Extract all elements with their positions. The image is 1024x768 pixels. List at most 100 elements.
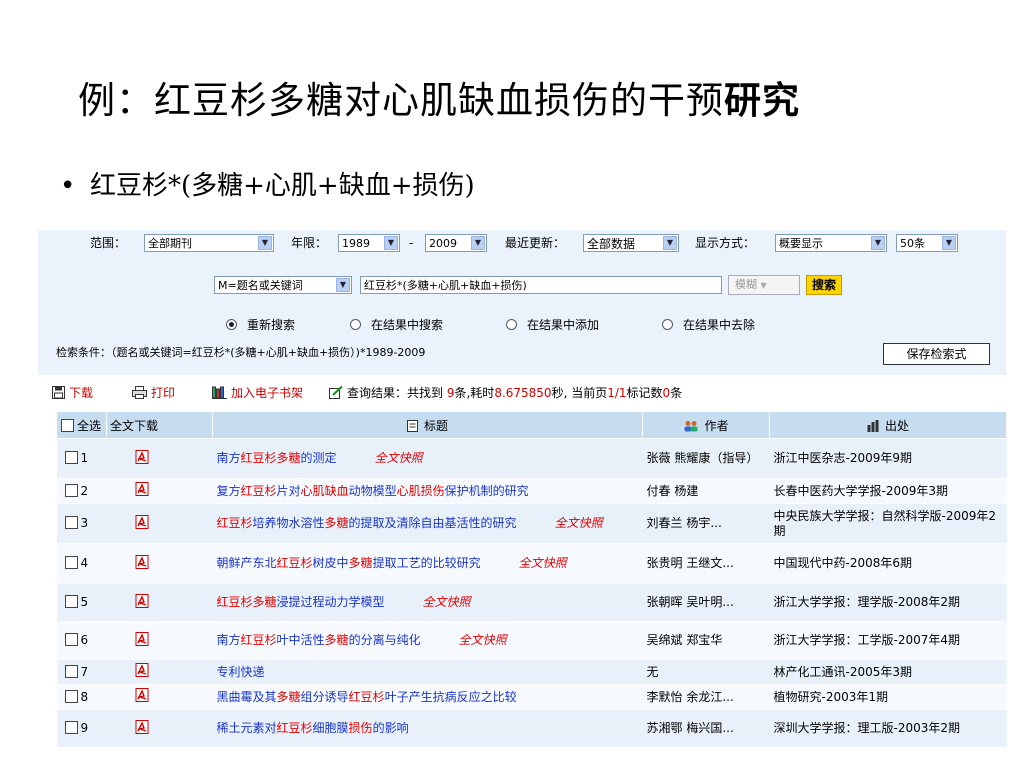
row-select-cell[interactable]: 6 — [56, 621, 107, 660]
keyword-highlight: 多糖 — [252, 595, 277, 609]
row-select-cell[interactable]: 7 — [56, 659, 107, 685]
match-select[interactable]: 模糊 ▼ — [728, 275, 800, 295]
year-to-select[interactable]: 2009 ▼ — [425, 234, 487, 252]
source-cell[interactable]: 林产化工通讯-2005年3期 — [769, 659, 1007, 685]
pdf-icon[interactable] — [135, 719, 149, 734]
keyword-highlight: 红豆杉 — [216, 595, 253, 609]
count-select[interactable]: 50条 ▼ — [896, 234, 958, 252]
source-cell[interactable]: 植物研究-2003年1期 — [769, 684, 1007, 710]
title-header[interactable]: 标题 — [212, 411, 643, 439]
radio-remove-from-results[interactable]: 在结果中去除 — [662, 317, 755, 333]
full-text-snapshot-link[interactable]: 全文快照 — [459, 633, 507, 647]
pdf-icon[interactable] — [135, 688, 149, 702]
keyword-highlight: 多糖 — [348, 556, 373, 570]
full-text-snapshot-link[interactable]: 全文快照 — [555, 516, 603, 530]
author-cell[interactable]: 吴绵斌 郑宝华 — [642, 621, 770, 660]
author-cell[interactable]: 无 — [642, 659, 770, 685]
source-cell[interactable]: 中国现代中药-2008年6期 — [769, 543, 1007, 584]
row-select-cell[interactable]: 1 — [56, 438, 107, 479]
pdf-download-cell[interactable] — [106, 583, 213, 622]
pdf-download-cell[interactable] — [106, 709, 213, 748]
pdf-icon[interactable] — [135, 482, 149, 496]
pdf-download-cell[interactable] — [106, 543, 213, 584]
pdf-download-cell[interactable] — [106, 503, 213, 544]
pdf-download-cell[interactable] — [106, 684, 213, 710]
source-cell[interactable]: 长春中医药大学学报-2009年3期 — [769, 478, 1007, 504]
pdf-icon[interactable] — [135, 593, 149, 608]
row-select-cell[interactable]: 2 — [56, 478, 107, 504]
pdf-icon[interactable] — [135, 514, 149, 529]
author-cell[interactable]: 付春 杨建 — [642, 478, 770, 504]
search-button[interactable]: 搜索 — [806, 275, 842, 295]
source-cell[interactable]: 浙江大学学报：理学版-2008年2期 — [769, 583, 1007, 622]
save-query-button[interactable]: 保存检索式 — [883, 343, 990, 365]
pdf-icon[interactable] — [135, 449, 149, 464]
title-link[interactable]: 专利快递 — [212, 659, 643, 685]
keyword-highlight: 心肌 — [396, 483, 421, 498]
title-link[interactable]: 复方红豆杉片对心肌缺血动物模型心肌损伤保护机制的研究 — [212, 478, 643, 504]
title-link[interactable]: 黑曲霉及其多糖组分诱导红豆杉叶子产生抗病反应之比较 — [212, 684, 643, 710]
row-select-cell[interactable]: 4 — [56, 543, 107, 584]
keyword-highlight: 红豆杉 — [276, 556, 313, 570]
year-from-select[interactable]: 1989 ▼ — [338, 234, 400, 252]
floppy-icon — [52, 386, 65, 399]
table-row[interactable]: 2 复方红豆杉片对心肌缺血动物模型心肌损伤保护机制的研究 付春 杨建 长春中医药大学学… — [56, 478, 1007, 504]
pdf-icon[interactable] — [135, 631, 149, 646]
add-bookshelf-button[interactable]: 加入电子书架 — [212, 384, 303, 401]
pdf-icon[interactable] — [135, 554, 149, 569]
records-unit: 条 — [670, 386, 683, 400]
title-link[interactable]: 南方红豆杉叶中活性多糖的分离与纯化 全文快照 — [212, 621, 643, 660]
table-row[interactable]: 1 南方红豆杉多糖的测定 全文快照 张薇 熊耀康（指导） 浙江中医杂志-2009年9期 — [56, 438, 1007, 479]
row-select-cell[interactable]: 3 — [56, 503, 107, 544]
print-button[interactable]: 打印 — [132, 384, 175, 401]
title-link[interactable]: 稀土元素对红豆杉细胞膜损伤的影响 — [212, 709, 643, 748]
display-select[interactable]: 概要显示 ▼ — [775, 234, 887, 252]
table-row[interactable]: 3 红豆杉培养物水溶性多糖的提取及清除自由基活性的研究 全文快照 刘春兰 杨宇... 中… — [56, 503, 1007, 544]
source-cell[interactable]: 浙江中医杂志-2009年9期 — [769, 438, 1007, 479]
table-row[interactable]: 9 稀土元素对红豆杉细胞膜损伤的影响 苏湘鄂 梅兴国... 深圳大学学报：理工版-20… — [56, 709, 1007, 748]
count-select-value: 50条 — [900, 237, 925, 250]
radio-add-to-results[interactable]: 在结果中添加 — [506, 317, 599, 333]
source-cell[interactable]: 深圳大学学报：理工版-2003年2期 — [769, 709, 1007, 748]
title-link[interactable]: 南方红豆杉多糖的测定 全文快照 — [212, 438, 643, 479]
row-select-cell[interactable]: 9 — [56, 709, 107, 748]
title-link[interactable]: 朝鲜产东北红豆杉树皮中多糖提取工艺的比较研究 全文快照 — [212, 543, 643, 584]
pdf-download-cell[interactable] — [106, 438, 213, 479]
table-row[interactable]: 7 专利快递 无林产化工通讯-2005年3期 — [56, 659, 1007, 685]
match-select-value: 模糊 — [735, 278, 757, 291]
full-text-snapshot-link[interactable]: 全文快照 — [519, 556, 567, 570]
update-select[interactable]: 全部数据 ▼ — [583, 234, 679, 252]
table-row[interactable]: 6 南方红豆杉叶中活性多糖的分离与纯化 全文快照 吴绵斌 郑宝华 浙江大学学报：工学版-… — [56, 621, 1007, 660]
author-cell[interactable]: 张贵明 王继文... — [642, 543, 770, 584]
row-select-cell[interactable]: 5 — [56, 583, 107, 622]
author-cell[interactable]: 刘春兰 杨宇... — [642, 503, 770, 544]
pdf-download-cell[interactable] — [106, 478, 213, 504]
author-header[interactable]: 作者 — [642, 411, 770, 439]
radio-search-in-results[interactable]: 在结果中搜索 — [350, 317, 443, 333]
pdf-icon[interactable] — [135, 663, 149, 677]
source-cell[interactable]: 浙江大学学报：工学版-2007年4期 — [769, 621, 1007, 660]
full-text-snapshot-link[interactable]: 全文快照 — [375, 451, 423, 465]
author-cell[interactable]: 张朝晖 吴叶明... — [642, 583, 770, 622]
scope-select[interactable]: 全部期刊 ▼ — [144, 234, 274, 252]
select-all-header[interactable]: 全选 — [56, 411, 107, 439]
table-row[interactable]: 4 朝鲜产东北红豆杉树皮中多糖提取工艺的比较研究 全文快照 张贵明 王继文... 中国现… — [56, 543, 1007, 584]
radio-new-search[interactable]: 重新搜索 — [226, 317, 295, 333]
author-cell[interactable]: 张薇 熊耀康（指导） — [642, 438, 770, 479]
field-select[interactable]: M=题名或关键词 ▼ — [214, 276, 352, 294]
table-row[interactable]: 5 红豆杉多糖浸提过程动力学模型 全文快照 张朝晖 吴叶明... 浙江大学学报：理学版-… — [56, 583, 1007, 622]
source-cell[interactable]: 中央民族大学学报：自然科学版-2009年2期 — [769, 503, 1007, 544]
download-button[interactable]: 下载 — [52, 384, 93, 401]
query-input[interactable]: 红豆杉*(多糖+心肌+缺血+损伤) — [360, 276, 722, 294]
author-cell[interactable]: 李默怡 余龙江... — [642, 684, 770, 710]
pdf-download-cell[interactable] — [106, 621, 213, 660]
row-select-cell[interactable]: 8 — [56, 684, 107, 710]
pdf-download-cell[interactable] — [106, 659, 213, 685]
author-cell[interactable]: 苏湘鄂 梅兴国... — [642, 709, 770, 748]
full-text-snapshot-link[interactable]: 全文快照 — [423, 595, 471, 609]
checkbox-icon — [61, 418, 74, 432]
source-header[interactable]: 出处 — [769, 411, 1007, 439]
title-link[interactable]: 红豆杉培养物水溶性多糖的提取及清除自由基活性的研究 全文快照 — [212, 503, 643, 544]
title-link[interactable]: 红豆杉多糖浸提过程动力学模型 全文快照 — [212, 583, 643, 622]
table-row[interactable]: 8 黑曲霉及其多糖组分诱导红豆杉叶子产生抗病反应之比较 李默怡 余龙江... 植物研究… — [56, 684, 1007, 710]
